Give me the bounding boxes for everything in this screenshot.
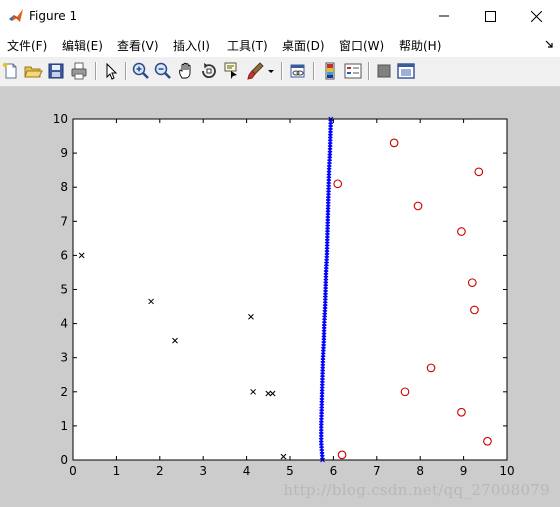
colorbar-icon[interactable] (320, 61, 340, 81)
legend-icon[interactable] (343, 61, 363, 81)
zoom-in-icon[interactable] (131, 61, 151, 81)
rotate-3d-icon[interactable] (199, 61, 219, 81)
figure-toolbar (0, 57, 560, 87)
data-cursor-icon[interactable] (222, 61, 242, 81)
y-tick-label: 2 (60, 385, 68, 399)
brush-icon[interactable] (246, 61, 266, 81)
toolbar-separator (313, 62, 315, 80)
y-tick-label: 7 (60, 214, 68, 228)
x-tick-label: 10 (499, 464, 514, 478)
axes-background (73, 119, 507, 460)
x-tick-label: 4 (243, 464, 251, 478)
x-tick-label: 2 (156, 464, 164, 478)
x-tick-label: 8 (416, 464, 424, 478)
title-bar[interactable]: Figure 1 (0, 0, 560, 32)
menu-view[interactable]: 查看(V) (117, 37, 159, 54)
open-file-icon[interactable] (23, 61, 43, 81)
y-tick-label: 0 (60, 453, 68, 467)
menu-file[interactable]: 文件(F) (7, 37, 47, 54)
scatter-plot[interactable]: 0 1 2 3 4 5 6 7 8 9 10 0 1 2 3 4 5 6 7 8 9 10 (0, 87, 560, 507)
x-tick-label: 3 (199, 464, 207, 478)
x-tick-label: 1 (113, 464, 121, 478)
link-plot-icon[interactable] (288, 61, 308, 81)
close-icon (530, 10, 542, 22)
brush-dropdown-icon[interactable] (266, 61, 276, 81)
y-tick-label: 8 (60, 180, 68, 194)
y-tick-label: 1 (60, 419, 68, 433)
y-tick-label: 9 (60, 146, 68, 160)
x-tick-label: 6 (330, 464, 338, 478)
menu-help[interactable]: 帮助(H) (399, 37, 441, 54)
pan-icon[interactable] (176, 61, 196, 81)
dock-arrow-icon[interactable] (545, 40, 554, 49)
maximize-button[interactable] (467, 0, 513, 32)
matlab-icon (9, 9, 23, 22)
save-icon[interactable] (46, 61, 66, 81)
toolbar-separator (95, 62, 97, 80)
y-tick-label: 6 (60, 248, 68, 262)
x-tick-label: 0 (69, 464, 77, 478)
menu-window[interactable]: 窗口(W) (339, 37, 384, 54)
maximize-icon (484, 10, 496, 22)
figure-canvas[interactable]: 0 1 2 3 4 5 6 7 8 9 10 0 1 2 3 4 5 6 7 8 9 10 http://blog.cs… (0, 87, 560, 507)
x-tick-label: 5 (286, 464, 294, 478)
zoom-out-icon[interactable] (153, 61, 173, 81)
pointer-icon[interactable] (101, 61, 121, 81)
figure-window: Figure 1 文件(F) 编辑(E) 查看(V) 插入(I) 工具(T) 桌… (0, 0, 560, 507)
x-tick-label: 7 (373, 464, 381, 478)
y-tick-label: 5 (60, 283, 68, 297)
toolbar-separator (281, 62, 283, 80)
print-icon[interactable] (69, 61, 89, 81)
window-title: Figure 1 (29, 9, 78, 23)
menu-insert[interactable]: 插入(I) (173, 37, 210, 54)
new-figure-icon[interactable] (1, 61, 21, 81)
close-button[interactable] (513, 0, 559, 32)
minimize-button[interactable] (421, 0, 467, 32)
menu-bar: 文件(F) 编辑(E) 查看(V) 插入(I) 工具(T) 桌面(D) 窗口(W… (0, 33, 560, 57)
toolbar-separator (368, 62, 370, 80)
menu-tools[interactable]: 工具(T) (227, 37, 268, 54)
y-tick-label: 10 (53, 112, 68, 126)
y-tick-label: 4 (60, 317, 68, 331)
minimize-icon (439, 15, 449, 17)
hide-plot-tools-icon[interactable] (374, 61, 394, 81)
menu-desktop[interactable]: 桌面(D) (282, 37, 325, 54)
x-tick-label: 9 (460, 464, 468, 478)
show-plot-tools-icon[interactable] (396, 61, 416, 81)
menu-edit[interactable]: 编辑(E) (62, 37, 103, 54)
toolbar-separator (125, 62, 127, 80)
watermark-url: http://blog.csdn.net/qq_27008079 (283, 481, 550, 499)
y-tick-label: 3 (60, 351, 68, 365)
